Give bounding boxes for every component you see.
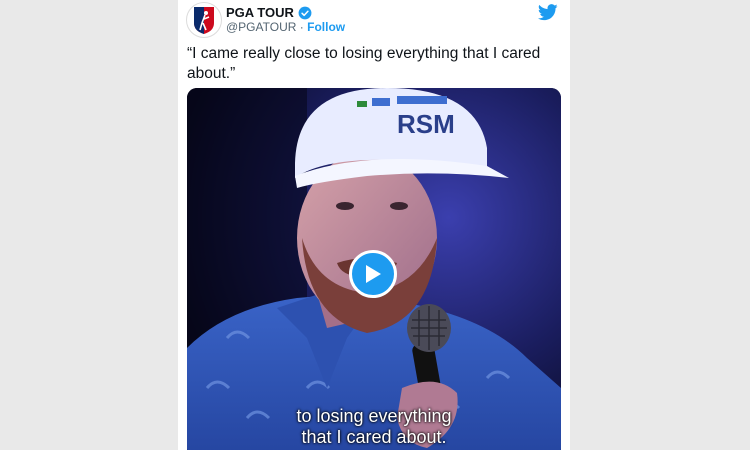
tweet-text: “I came really close to losing everythin…: [187, 45, 541, 82]
account-name-row: PGA TOUR: [226, 5, 312, 20]
play-button[interactable]: [349, 250, 397, 298]
twitter-bird-icon[interactable]: [537, 4, 558, 26]
video-caption-line-1: to losing everything: [296, 406, 452, 426]
account-handle[interactable]: @PGATOUR: [226, 20, 296, 34]
video-caption-line-2: that I cared about.: [301, 427, 447, 447]
verified-badge-icon: [298, 6, 312, 19]
follow-link[interactable]: Follow: [307, 20, 345, 34]
pga-tour-avatar[interactable]: [186, 2, 222, 38]
account-handle-row: @PGATOUR · Follow: [226, 20, 345, 34]
cap-logo-text: RSM: [397, 109, 455, 139]
tweet-embed-card: PGA TOUR @PGATOUR · Follow “I came reall…: [178, 0, 570, 450]
play-icon: [366, 265, 381, 283]
separator-dot: ·: [299, 20, 304, 34]
account-name[interactable]: PGA TOUR: [226, 5, 294, 20]
pga-tour-logo-icon: [194, 7, 214, 34]
video-player[interactable]: RSM to losing everything that I cared ab…: [187, 88, 561, 450]
